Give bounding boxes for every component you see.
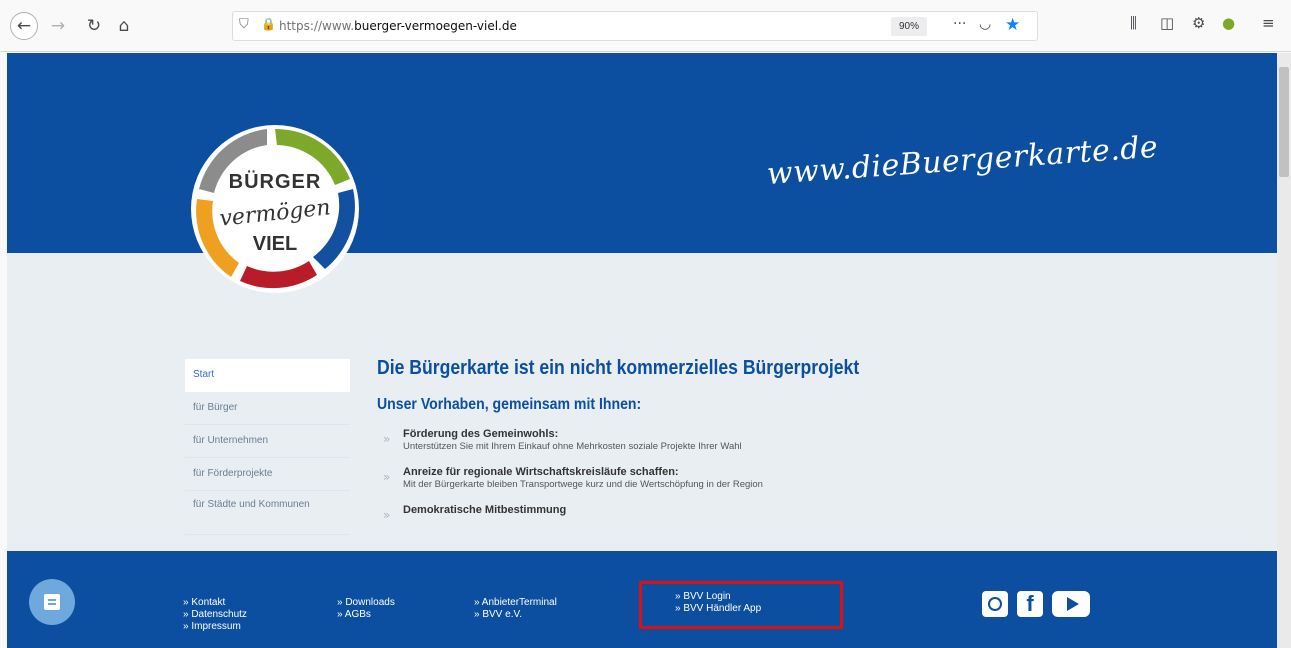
page-title: Die Bürgerkarte ist ein nicht kommerziel… xyxy=(377,357,860,379)
lock-icon[interactable]: 🔒 xyxy=(261,17,276,31)
footer-link-datenschutz[interactable]: » Datenschutz xyxy=(183,609,247,621)
bookmark-star-icon[interactable]: ★ xyxy=(1005,15,1020,35)
scrollbar-thumb[interactable] xyxy=(1279,67,1289,177)
chevron-right-icon: » xyxy=(383,470,391,484)
facebook-icon[interactable]: f xyxy=(1017,591,1043,617)
section-subtitle: Unser Vorhaben, gemeinsam mit Ihnen: xyxy=(377,396,642,413)
sidebar-item-foerderprojekte[interactable]: für Förderprojekte xyxy=(185,458,350,491)
list-item: » Anreize für regionale Wirtschaftskreis… xyxy=(377,466,1257,490)
site-logo[interactable]: BÜRGER vermögen VIEL xyxy=(185,119,365,299)
footer-column-1: » Kontakt » Datenschutz » Impressum xyxy=(183,597,247,633)
logo-line-3: VIEL xyxy=(252,233,298,255)
page-actions-more-icon[interactable]: ··· xyxy=(953,16,966,32)
list-item-title: Demokratische Mitbestimmung xyxy=(403,504,567,516)
library-icon[interactable]: ⫼ xyxy=(1130,14,1137,32)
sidebar-item-staedte[interactable]: für Städte und Kommunen xyxy=(185,491,350,535)
footer-link-downloads[interactable]: » Downloads xyxy=(337,597,395,609)
tracking-shield-icon[interactable]: ⛉ xyxy=(239,17,249,32)
sidebar-toggle-icon[interactable]: ◫ xyxy=(1160,14,1174,32)
sidebar-item-unternehmen[interactable]: für Unternehmen xyxy=(185,425,350,458)
back-arrow-icon[interactable]: ← xyxy=(10,12,38,40)
extension-green-icon[interactable]: ● xyxy=(1222,14,1235,32)
chat-icon xyxy=(44,594,60,610)
zoom-indicator[interactable]: 90% xyxy=(891,17,928,36)
footer-column-3: » AnbieterTerminal » BVV e.V. xyxy=(474,597,557,621)
list-item-desc: Mit der Bürgerkarte bleiben Transportweg… xyxy=(403,479,763,490)
chevron-right-icon: » xyxy=(383,432,391,446)
goals-list: » Förderung des Gemeinwohls: Unterstütze… xyxy=(377,428,1257,522)
footer-column-4: » BVV Login » BVV Händler App xyxy=(675,591,761,615)
list-item-title: Förderung des Gemeinwohls: xyxy=(403,428,559,440)
sidebar-item-start[interactable]: Start xyxy=(185,359,350,392)
web-page: www.dieBuergerkarte.de BÜRGER vermögen V… xyxy=(7,53,1277,648)
list-item: » Demokratische Mitbestimmung xyxy=(377,504,1257,522)
footer-column-2: » Downloads » AGBs xyxy=(337,597,395,621)
site-tagline: www.dieBuergerkarte.de xyxy=(765,129,1160,192)
chevron-right-icon: » xyxy=(383,508,391,522)
footer-link-kontakt[interactable]: » Kontakt xyxy=(183,597,247,609)
sidebar-item-buerger[interactable]: für Bürger xyxy=(185,392,350,425)
pocket-icon[interactable]: ◡ xyxy=(979,16,991,32)
menu-icon[interactable]: ≡ xyxy=(1262,14,1275,32)
footer-link-impressum[interactable]: » Impressum xyxy=(183,621,247,633)
site-footer: » Kontakt » Datenschutz » Impressum » Do… xyxy=(7,551,1277,648)
instagram-ring xyxy=(988,597,1002,611)
url-domain: buerger-vermoegen-viel.de xyxy=(354,19,517,33)
url-text[interactable]: https://www.buerger-vermoegen-viel.de xyxy=(279,19,517,33)
footer-link-anbieterterminal[interactable]: » AnbieterTerminal xyxy=(474,597,557,609)
list-item-desc: Unterstützen Sie mit Ihrem Einkauf ohne … xyxy=(403,441,742,452)
home-icon[interactable]: ⌂ xyxy=(112,14,136,38)
extension-icon[interactable]: ⚙ xyxy=(1192,14,1205,32)
chat-button[interactable] xyxy=(29,579,75,625)
page-scrollbar[interactable] xyxy=(1277,53,1291,648)
browser-toolbar: ← → ↻ ⌂ ⛉ 🔒 https://www.buerger-vermoege… xyxy=(0,0,1291,52)
url-bar[interactable]: ⛉ 🔒 https://www.buerger-vermoegen-viel.d… xyxy=(232,11,1038,41)
sidebar-nav: Start für Bürger für Unternehmen für För… xyxy=(185,359,350,535)
logo-line-1: BÜRGER xyxy=(228,171,322,193)
list-item: » Förderung des Gemeinwohls: Unterstütze… xyxy=(377,428,1257,452)
footer-link-agbs[interactable]: » AGBs xyxy=(337,609,395,621)
reload-icon[interactable]: ↻ xyxy=(82,14,106,38)
footer-link-bvv-ev[interactable]: » BVV e.V. xyxy=(474,609,557,621)
forward-arrow-icon[interactable]: → xyxy=(46,14,70,38)
url-protocol: https://www. xyxy=(279,19,355,33)
instagram-icon[interactable] xyxy=(982,591,1008,617)
main-content: Die Bürgerkarte ist ein nicht kommerziel… xyxy=(377,357,1257,530)
list-item-title: Anreize für regionale Wirtschaftskreislä… xyxy=(403,466,679,478)
youtube-icon[interactable] xyxy=(1052,591,1090,617)
footer-link-bvv-login[interactable]: » BVV Login xyxy=(675,591,761,603)
youtube-play-triangle xyxy=(1066,597,1079,611)
footer-link-bvv-haendler-app[interactable]: » BVV Händler App xyxy=(675,603,761,615)
